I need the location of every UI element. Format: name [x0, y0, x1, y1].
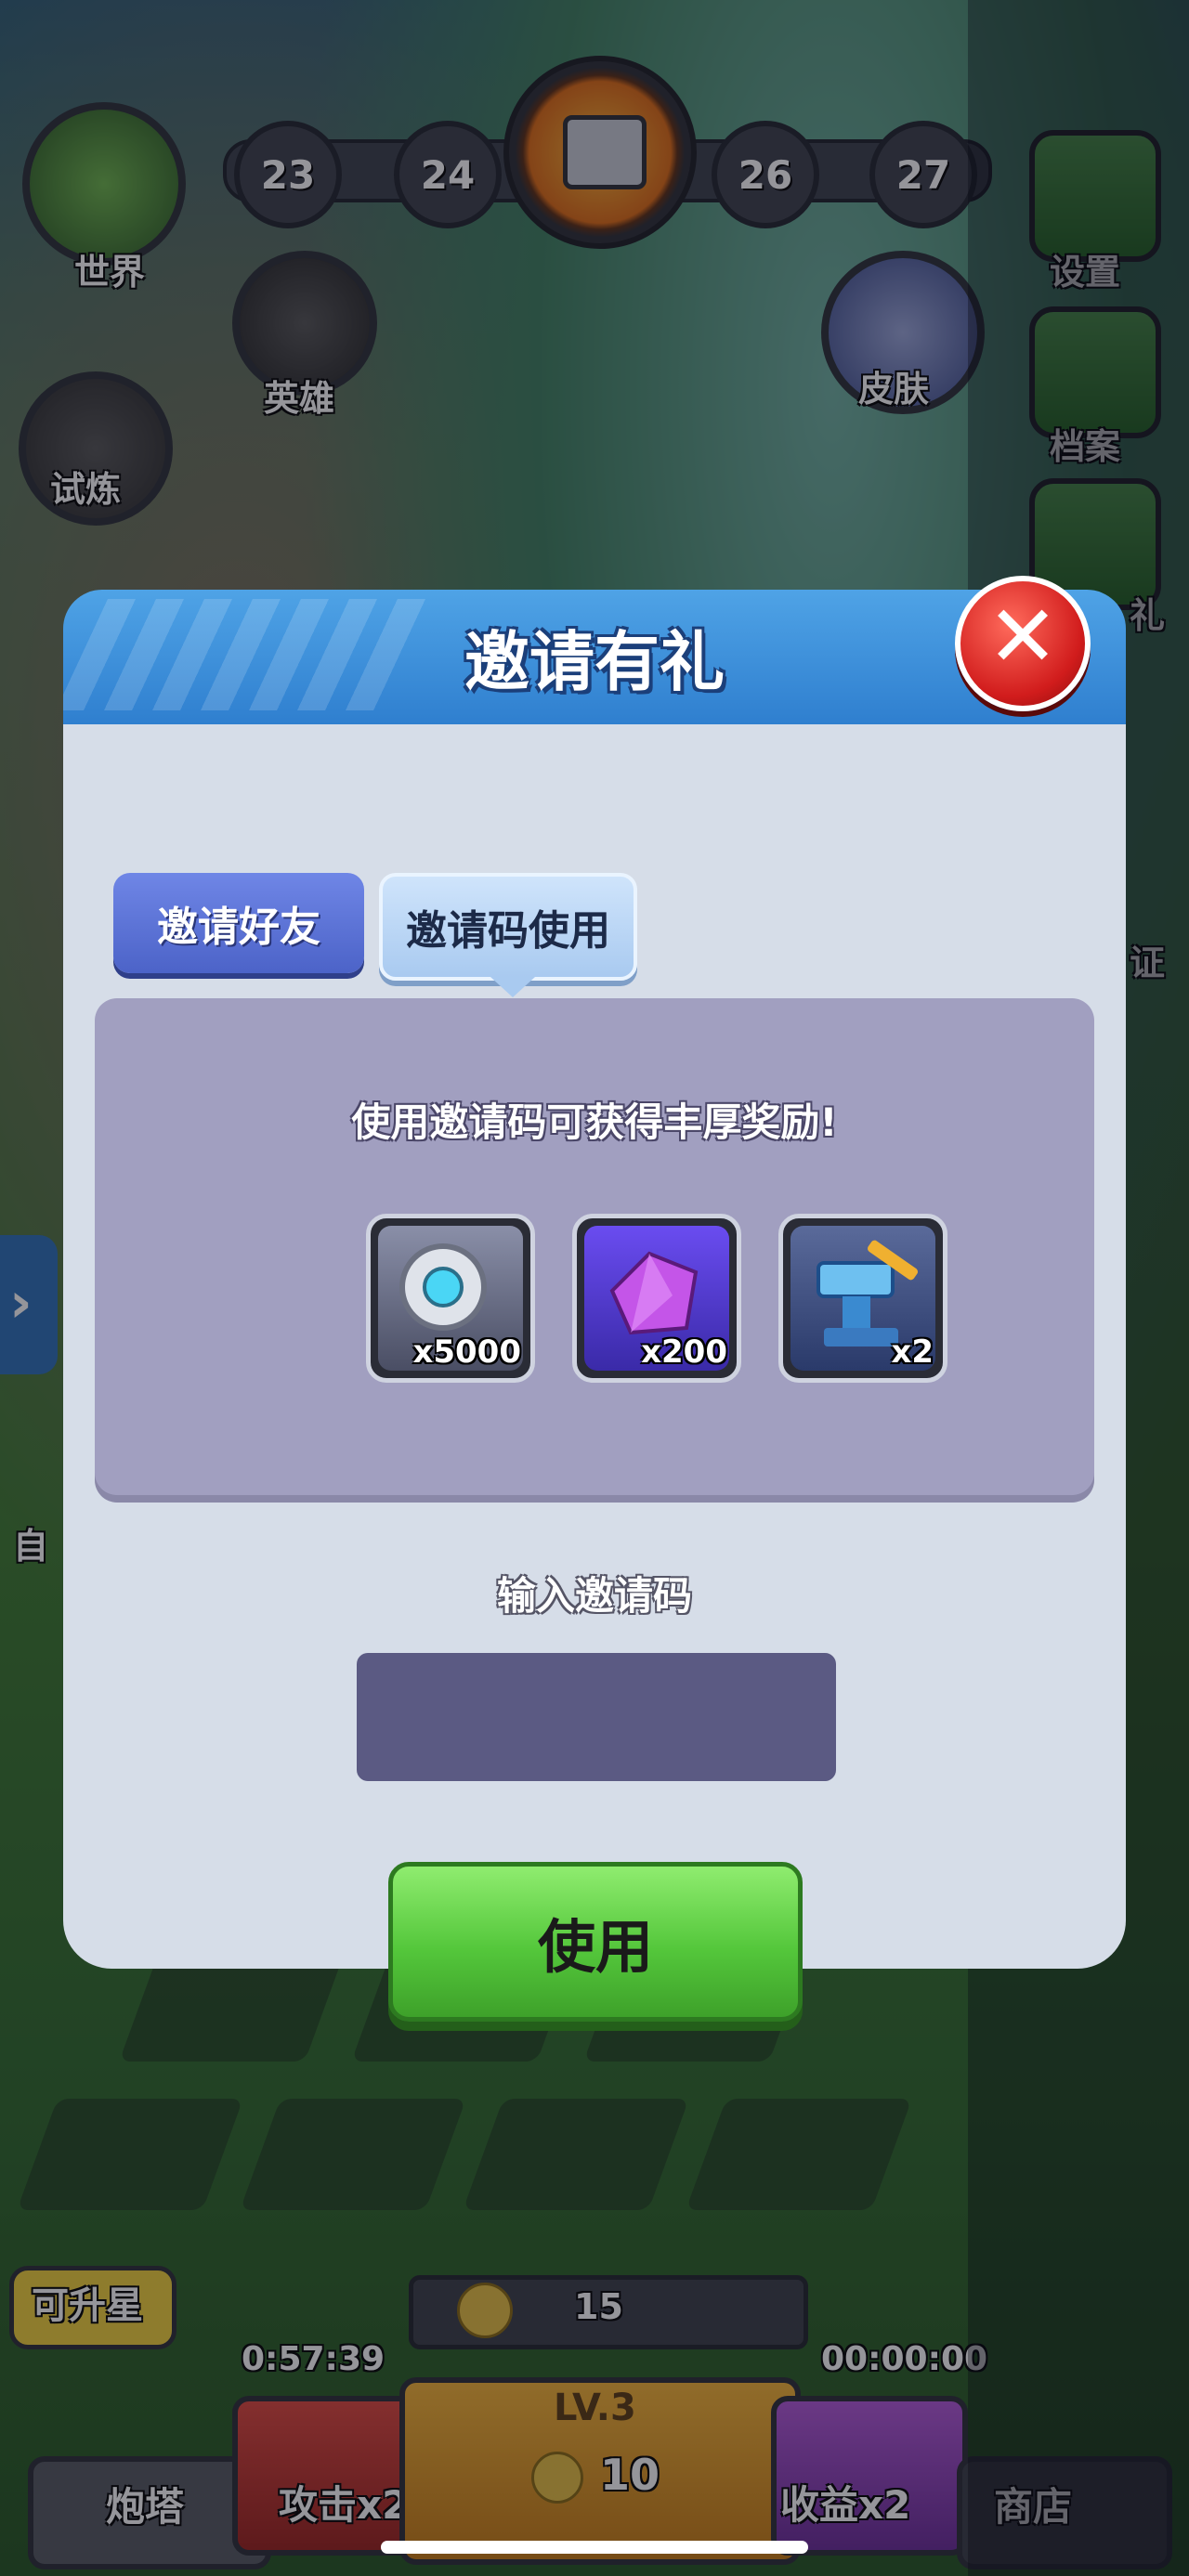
modal-body: 邀请好友 邀请码使用 使用邀请码可获得丰厚奖励! x5000 x200 x2 输…	[63, 724, 1126, 2022]
active-tab-pointer	[490, 977, 535, 997]
tab-use-invite-code[interactable]: 邀请码使用	[379, 873, 637, 981]
home-indicator[interactable]	[381, 2541, 808, 2554]
invite-code-input[interactable]	[357, 1653, 836, 1781]
use-code-button[interactable]: 使用	[388, 1862, 803, 2022]
reward-qty: x5000	[412, 1334, 521, 1371]
reward-item-anvil: x2	[778, 1214, 947, 1383]
reward-qty: x200	[641, 1334, 727, 1371]
tab-invite-friends[interactable]: 邀请好友	[113, 873, 364, 973]
invite-code-label: 输入邀请码	[496, 1573, 692, 1619]
reward-qty: x2	[891, 1334, 934, 1371]
reward-item-gear: x5000	[366, 1214, 535, 1383]
close-icon: ✕	[986, 587, 1059, 686]
invite-reward-modal: 邀请有礼 邀请好友 邀请码使用 使用邀请码可获得丰厚奖励! x5000 x200…	[63, 590, 1126, 2022]
reward-item-crystal: x200	[572, 1214, 741, 1383]
reward-panel: 使用邀请码可获得丰厚奖励! x5000 x200 x2	[95, 998, 1094, 1495]
reward-caption: 使用邀请码可获得丰厚奖励!	[351, 1099, 838, 1145]
close-modal-button[interactable]: ✕	[955, 576, 1091, 711]
